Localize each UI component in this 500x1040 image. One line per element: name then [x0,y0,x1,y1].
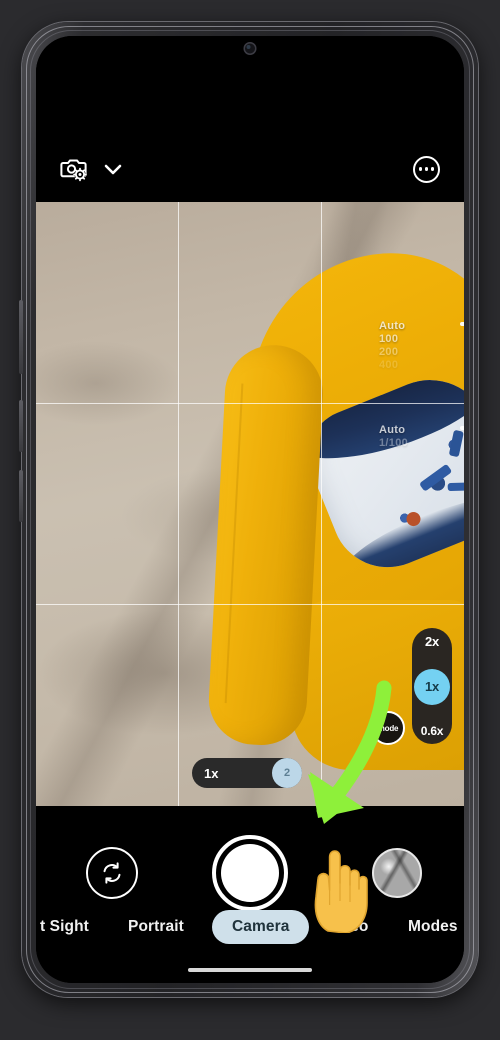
top-controls-row [36,146,464,192]
grid-line-vertical-2 [321,202,322,806]
zoom-slider-label: 1x [204,765,219,781]
shutter-speed-overlay[interactable]: Auto 1/100 [379,424,408,450]
zoom-slider-knob[interactable]: 2 [272,758,302,788]
scene-pillow-motif [447,482,464,492]
power-button[interactable] [19,470,23,522]
mode-button-label: mode [377,723,399,733]
mode-item-night-sight[interactable]: t Sight [40,918,89,936]
shutter-slider-dash[interactable] [460,426,464,430]
more-dot [419,167,423,171]
iso-selector-overlay[interactable]: Auto 100 200 400 [379,320,405,372]
zoom-level-selector[interactable]: 2x 1x 0.6x [412,628,452,744]
zoom-option-2x[interactable]: 2x [412,634,452,649]
camera-settings-icon[interactable] [60,156,88,182]
zoom-option-0-6x[interactable]: 0.6x [412,724,452,738]
chevron-down-icon[interactable] [102,158,124,180]
shutter-value[interactable]: 1/100 [379,437,408,450]
camera-controls-row [36,834,464,912]
phone-screen: Auto 100 200 400 Auto 1/100 2x 1x 0.6x m… [36,36,464,983]
more-dot [424,167,429,171]
front-camera-lens [243,42,257,55]
iso-value-100[interactable]: 100 [379,333,405,346]
zoom-option-1x-selected[interactable]: 1x [414,668,450,705]
grid-line-horizontal-1 [36,403,464,404]
iso-value-200[interactable]: 200 [379,346,405,359]
scene-pillow-motif [448,429,464,458]
iso-slider-dash[interactable] [460,322,464,326]
shutter-label: Auto [379,424,406,436]
camera-bottom-bar: t Sight Portrait Camera Video Modes [36,806,464,983]
gesture-home-indicator[interactable] [188,968,312,972]
gallery-thumbnail-button[interactable] [372,848,422,898]
iso-label: Auto [379,320,406,332]
iso-value-400[interactable]: 400 [379,359,405,372]
mode-carousel[interactable]: t Sight Portrait Camera Video Modes [36,909,464,945]
flip-camera-button[interactable] [86,847,138,899]
zoom-slider[interactable]: 1x 2 [192,758,302,788]
mode-item-camera-selected[interactable]: Camera [212,910,310,944]
volume-down-button[interactable] [19,400,23,452]
mode-button[interactable]: mode [371,711,405,745]
more-options-icon[interactable] [413,155,440,183]
grid-line-vertical-1 [178,202,179,806]
shutter-inner-circle [221,844,279,902]
mode-item-portrait[interactable]: Portrait [128,918,184,936]
more-dot [430,167,434,171]
mode-item-modes[interactable]: Modes [408,918,458,936]
screenshot-stage: Auto 100 200 400 Auto 1/100 2x 1x 0.6x m… [0,0,500,1040]
shutter-button[interactable] [212,835,288,911]
volume-up-button[interactable] [19,300,23,374]
camera-viewfinder[interactable]: Auto 100 200 400 Auto 1/100 2x 1x 0.6x m… [36,202,464,806]
mode-item-video[interactable]: Video [326,918,368,936]
grid-line-horizontal-2 [36,604,464,605]
